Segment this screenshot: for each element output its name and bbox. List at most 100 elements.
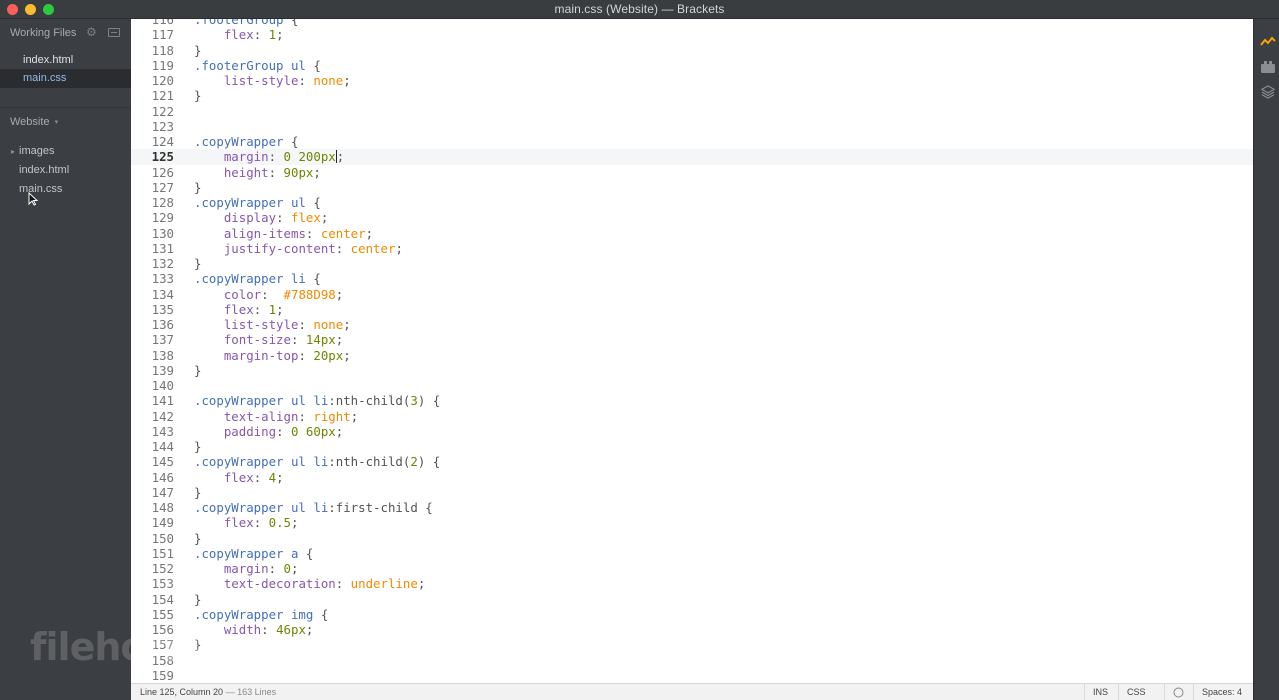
line-code[interactable]: align-items: center; [194,226,373,241]
code-line[interactable]: 141 .copyWrapper ul li:nth-child(3) { [131,393,1253,408]
line-code[interactable]: text-decoration: underline; [194,576,425,591]
line-code[interactable]: margin: 0; [194,561,299,576]
line-code[interactable]: } [194,88,201,103]
line-code[interactable]: display: flex; [194,210,328,225]
code-line[interactable]: 130 align-items: center; [131,226,1253,241]
line-code[interactable]: flex: 1; [194,302,284,317]
line-code[interactable]: } [194,256,201,271]
code-line[interactable]: 116 .footerGroup { [131,19,1253,27]
linter-status[interactable] [1164,684,1190,700]
split-view-icon[interactable] [108,28,120,37]
code-line[interactable]: 131 justify-content: center; [131,241,1253,256]
code-line[interactable]: 119 .footerGroup ul { [131,58,1253,73]
code-line[interactable]: 132} [131,256,1253,271]
line-code[interactable]: flex: 0.5; [194,515,299,530]
code-line[interactable]: 128 .copyWrapper ul { [131,195,1253,210]
gear-icon[interactable]: ⚙ [86,25,97,39]
tree-file-main-css[interactable]: main.css [19,180,62,198]
line-code[interactable]: list-style: none; [194,73,351,88]
code-line[interactable]: 122 [131,104,1253,119]
line-code[interactable]: flex: 1; [194,27,284,42]
line-code[interactable]: height: 90px; [194,165,321,180]
line-code[interactable]: text-align: right; [194,409,358,424]
indent-setting[interactable]: Spaces: 4 [1193,684,1250,700]
code-line[interactable]: 123 [131,119,1253,134]
code-line[interactable]: 144} [131,439,1253,454]
code-line[interactable]: 148 .copyWrapper ul li:first-child { [131,500,1253,515]
line-code[interactable]: color: #788D98; [194,287,343,302]
code-line[interactable]: 145 .copyWrapper ul li:nth-child(2) { [131,454,1253,469]
working-file-main-css[interactable]: main.css [0,69,131,88]
code-line[interactable]: 152 margin: 0; [131,561,1253,576]
line-code[interactable]: flex: 4; [194,470,284,485]
code-line[interactable]: 120 list-style: none; [131,73,1253,88]
code-line[interactable]: 138 margin-top: 20px; [131,348,1253,363]
code-line[interactable]: 139} [131,363,1253,378]
line-code[interactable]: .copyWrapper ul { [194,195,321,210]
code-line[interactable]: 137 font-size: 14px; [131,332,1253,347]
code-line[interactable]: 142 text-align: right; [131,409,1253,424]
line-code[interactable]: } [194,180,201,195]
line-code[interactable]: list-style: none; [194,317,351,332]
code-line[interactable]: 155 .copyWrapper img { [131,607,1253,622]
code-line[interactable]: 159 [131,668,1253,683]
project-dropdown[interactable]: Website ▾ [10,116,58,128]
line-code[interactable]: .footerGroup { [194,19,298,27]
line-code[interactable]: } [194,43,201,58]
line-code[interactable]: .copyWrapper img { [194,607,328,622]
line-code[interactable]: width: 46px; [194,622,314,637]
line-code[interactable]: } [194,363,201,378]
code-line[interactable]: 156 width: 46px; [131,622,1253,637]
line-code[interactable]: .copyWrapper a { [194,546,313,561]
working-file-index-html[interactable]: index.html [0,51,131,70]
line-code[interactable]: margin-top: 20px; [194,348,351,363]
code-line[interactable]: 135 flex: 1; [131,302,1253,317]
line-code[interactable]: justify-content: center; [194,241,403,256]
code-line[interactable]: 154} [131,592,1253,607]
code-line[interactable]: 140 [131,378,1253,393]
code-line[interactable]: 146 flex: 4; [131,470,1253,485]
language-select[interactable]: CSS ▾ [1118,684,1160,700]
code-line[interactable]: 157} [131,637,1253,652]
code-line[interactable]: 127} [131,180,1253,195]
code-line[interactable]: 136 list-style: none; [131,317,1253,332]
code-line[interactable]: 121} [131,88,1253,103]
code-line[interactable]: 126 height: 90px; [131,165,1253,180]
insert-mode-toggle[interactable]: INS [1084,684,1116,700]
layers-icon[interactable] [1260,85,1276,99]
code-line[interactable]: 153 text-decoration: underline; [131,576,1253,591]
code-line[interactable]: 124 .copyWrapper { [131,134,1253,149]
code-line[interactable]: 151 .copyWrapper a { [131,546,1253,561]
line-code[interactable]: margin: 0 200px; [194,149,344,164]
tree-folder-images[interactable]: images [19,142,54,160]
code-line[interactable]: 150} [131,531,1253,546]
code-line[interactable]: 134 color: #788D98; [131,287,1253,302]
live-preview-icon[interactable] [1260,35,1276,49]
code-line[interactable]: 133 .copyWrapper li { [131,271,1253,286]
line-code[interactable]: .copyWrapper ul li:nth-child(3) { [194,393,440,408]
line-code[interactable]: .footerGroup ul { [194,58,321,73]
code-editor[interactable]: 116 .footerGroup {117 flex: 1; 118} 119 .foo… [131,19,1253,683]
code-line[interactable]: 147} [131,485,1253,500]
line-code[interactable]: font-size: 14px; [194,332,343,347]
code-line[interactable]: 125 margin: 0 200px; [131,149,1253,165]
code-line[interactable]: 129 display: flex; [131,210,1253,225]
code-lines[interactable]: 116 .footerGroup {117 flex: 1; 118} 119 .foo… [131,19,1253,683]
code-line[interactable]: 118} [131,43,1253,58]
code-line[interactable]: 143 padding: 0 60px; [131,424,1253,439]
extension-manager-icon[interactable] [1260,60,1276,74]
line-code[interactable]: .copyWrapper ul li:nth-child(2) { [194,454,440,469]
code-line[interactable]: 149 flex: 0.5; [131,515,1253,530]
line-code[interactable]: padding: 0 60px; [194,424,343,439]
code-line[interactable]: 158 [131,653,1253,668]
code-line[interactable]: 117 flex: 1; [131,27,1253,42]
chevron-right-icon[interactable]: ▸ [11,147,15,156]
line-code[interactable]: } [194,485,201,500]
line-code[interactable]: } [194,439,201,454]
line-code[interactable]: } [194,531,201,546]
tree-file-index-html[interactable]: index.html [19,161,69,179]
line-code[interactable]: } [194,592,201,607]
line-code[interactable]: .copyWrapper ul li:first-child { [194,500,433,515]
line-code[interactable]: .copyWrapper { [194,134,298,149]
line-code[interactable]: .copyWrapper li { [194,271,321,286]
